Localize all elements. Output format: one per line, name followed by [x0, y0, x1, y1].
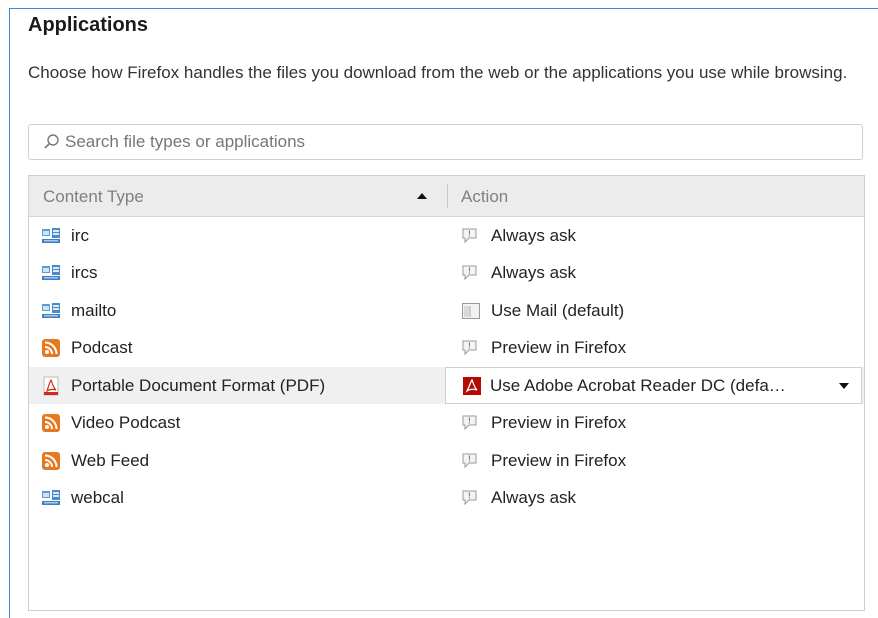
column-header-action[interactable]: Action — [461, 176, 508, 216]
table-row[interactable]: mailto Use Mail (default) — [29, 292, 864, 329]
action-cell[interactable]: Use Mail (default) — [461, 292, 624, 329]
preview-icon: ! — [461, 338, 481, 358]
table-row[interactable]: Podcast! Preview in Firefox — [29, 330, 864, 367]
svg-text:!: ! — [468, 454, 471, 463]
svg-text:!: ! — [468, 492, 471, 501]
action-cell[interactable]: ! Always ask — [461, 217, 576, 254]
content-type-label: webcal — [71, 488, 124, 507]
applications-table: Content Type Action irc! Always ask ircs! A… — [28, 175, 865, 611]
content-type-label: Podcast — [71, 338, 133, 357]
content-type-cell: Video Podcast — [41, 405, 180, 442]
search-input[interactable] — [65, 125, 845, 159]
table-header: Content Type Action — [29, 176, 864, 217]
action-cell[interactable]: ! Preview in Firefox — [461, 405, 626, 442]
app-window-icon — [41, 301, 61, 321]
action-cell[interactable]: ! Always ask — [461, 255, 576, 292]
action-label: Preview in Firefox — [491, 413, 627, 432]
content-type-label: mailto — [71, 300, 117, 320]
svg-text:!: ! — [468, 267, 471, 276]
svg-text:!: ! — [468, 417, 471, 426]
action-label: Always ask — [491, 263, 577, 282]
table-row[interactable]: Web Feed! Preview in Firefox — [29, 442, 864, 479]
content-type-label: irc — [71, 225, 89, 245]
content-type-cell: Portable Document Format (PDF) — [41, 367, 325, 404]
action-label: Always ask — [491, 225, 577, 245]
content-type-cell: ircs — [41, 255, 97, 292]
content-type-cell: Web Feed — [41, 442, 149, 479]
content-type-label: Web Feed — [71, 450, 150, 470]
svg-text:!: ! — [468, 229, 471, 238]
action-cell[interactable]: ! Preview in Firefox — [461, 330, 626, 367]
content-type-cell: mailto — [41, 292, 116, 329]
rss-feed-icon — [41, 413, 61, 433]
action-label: Preview in Firefox — [491, 338, 627, 357]
search-box[interactable] — [28, 124, 863, 160]
action-cell[interactable]: ! Preview in Firefox — [461, 442, 626, 479]
app-window-icon — [41, 488, 61, 508]
app-window-icon — [41, 263, 61, 283]
action-label: Preview in Firefox — [491, 450, 627, 470]
ask-icon: ! — [461, 226, 481, 246]
content-type-cell: Podcast — [41, 330, 132, 367]
table-row[interactable]: Video Podcast! Preview in Firefox — [29, 405, 864, 442]
column-divider[interactable] — [447, 184, 448, 208]
app-window-icon — [41, 226, 61, 246]
svg-text:!: ! — [468, 342, 471, 351]
action-cell[interactable]: ! Always ask — [461, 480, 576, 517]
column-header-content-type[interactable]: Content Type — [43, 176, 144, 216]
table-row[interactable]: Portable Document Format (PDF) Use Adobe … — [29, 367, 864, 404]
ask-icon: ! — [461, 488, 481, 508]
acrobat-icon — [462, 376, 482, 396]
ask-icon: ! — [461, 263, 481, 283]
section-description: Choose how Firefox handles the files you… — [28, 63, 848, 82]
content-type-label: Portable Document Format (PDF) — [71, 375, 326, 395]
rss-feed-icon — [41, 451, 61, 471]
sort-ascending-icon — [417, 193, 427, 199]
action-label: Use Mail (default) — [491, 300, 625, 320]
content-type-label: ircs — [71, 263, 98, 282]
mail-app-icon — [461, 301, 481, 321]
preview-icon: ! — [461, 413, 481, 433]
content-type-cell: irc — [41, 217, 89, 254]
table-row[interactable]: ircs! Always ask — [29, 255, 864, 292]
dropdown-arrow-icon[interactable] — [839, 383, 849, 389]
table-row[interactable]: irc! Always ask — [29, 217, 864, 254]
search-icon — [44, 134, 59, 149]
action-label: Use Adobe Acrobat Reader DC (defa… — [490, 375, 786, 395]
pdf-file-icon — [41, 376, 61, 396]
content-type-cell: webcal — [41, 480, 124, 517]
table-row[interactable]: webcal! Always ask — [29, 480, 864, 517]
action-label: Always ask — [491, 488, 577, 507]
section-title: Applications — [28, 14, 149, 36]
action-dropdown[interactable]: Use Adobe Acrobat Reader DC (defa… — [445, 367, 862, 404]
content-type-label: Video Podcast — [71, 413, 181, 432]
preview-icon: ! — [461, 451, 481, 471]
rss-feed-icon — [41, 338, 61, 358]
